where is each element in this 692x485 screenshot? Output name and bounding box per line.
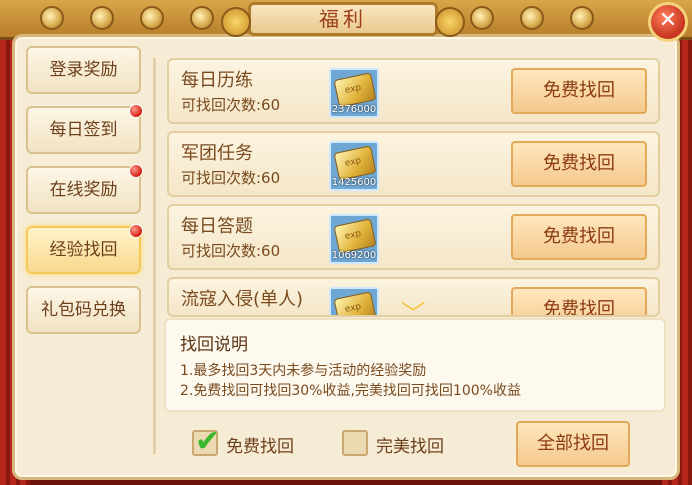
explanation-line: 1.最多找回3天内未参与活动的经验奖励: [180, 363, 427, 379]
free-recover-checkbox[interactable]: ✔: [192, 424, 220, 459]
close-button[interactable]: ✕: [648, 2, 688, 42]
roof-tile: [90, 6, 114, 30]
free-recover-button[interactable]: 免费找回: [511, 287, 647, 315]
tab-online-reward[interactable]: 在线奖励: [26, 164, 143, 214]
window-title: 福利: [221, 2, 465, 37]
sidebar-divider: [153, 58, 156, 454]
roof-tile: [470, 6, 494, 30]
reward-item[interactable]: 2376000: [329, 68, 379, 118]
roof-tile: [570, 6, 594, 30]
activity-name: 军团任务: [181, 143, 253, 164]
notification-dot-icon: [129, 224, 143, 238]
reward-amount: 2376000: [331, 104, 377, 115]
explanation-title: 找回说明: [180, 335, 248, 355]
recovery-explanation: 找回说明 1.最多找回3天内未参与活动的经验奖励 2.免费找回可找回30%收益,…: [164, 318, 666, 412]
exp-ticket-icon: [333, 291, 377, 315]
roof-tile: [140, 6, 164, 30]
notification-dot-icon: [129, 164, 143, 178]
activity-name: 每日历练: [181, 70, 253, 91]
checkmark-icon: ✔: [195, 424, 221, 459]
reward-item[interactable]: 1425600: [329, 141, 379, 191]
exp-ticket-icon: [333, 72, 377, 108]
perfect-recover-checkbox[interactable]: [342, 430, 368, 456]
explanation-line: 2.免费找回可找回30%收益,完美找回可找回100%收益: [180, 383, 521, 399]
reward-item[interactable]: 1069200: [329, 214, 379, 264]
free-recover-button[interactable]: 免费找回: [511, 214, 647, 260]
free-recover-option-label: 免费找回: [226, 437, 294, 457]
tab-exp-recovery[interactable]: 经验找回: [26, 224, 143, 274]
recover-count: 可找回次数:60: [181, 242, 281, 260]
tab-label: 每日签到: [49, 120, 118, 140]
roof-tile: [190, 6, 214, 30]
reward-amount: 1069200: [331, 250, 377, 261]
free-recover-button[interactable]: 免费找回: [511, 141, 647, 187]
tab-label: 登录奖励: [49, 60, 118, 80]
recover-count: 可找回次数:60: [181, 169, 281, 187]
close-icon: ✕: [658, 8, 678, 33]
recover-all-button[interactable]: 全部找回: [516, 421, 630, 467]
exp-ticket-icon: [333, 145, 377, 181]
activity-name: 流寇入侵(单人): [181, 289, 304, 310]
tab-label: 经验找回: [49, 240, 118, 260]
activity-name: 每日答题: [181, 216, 253, 237]
tab-gift-code[interactable]: 礼包码兑换: [26, 286, 141, 334]
tab-login-reward[interactable]: 登录奖励: [26, 46, 141, 94]
roof-tile: [520, 6, 544, 30]
tab-daily-signin[interactable]: 每日签到: [26, 104, 143, 154]
notification-dot-icon: [129, 104, 143, 118]
free-recover-button[interactable]: 免费找回: [511, 68, 647, 114]
tab-label: 在线奖励: [49, 180, 118, 200]
recovery-row: 军团任务 可找回次数:60 1425600 免费找回: [167, 131, 660, 197]
tab-label: 礼包码兑换: [41, 300, 126, 320]
reward-amount: 1425600: [331, 177, 377, 188]
recovery-row: 每日历练 可找回次数:60 2376000 免费找回: [167, 58, 660, 124]
reward-item[interactable]: [329, 287, 379, 315]
recovery-row: 每日答题 可找回次数:60 1069200 免费找回: [167, 204, 660, 270]
roof-tile: [40, 6, 64, 30]
perfect-recover-option-label: 完美找回: [376, 437, 444, 457]
recover-count: 可找回次数:60: [181, 96, 281, 114]
exp-ticket-icon: [333, 218, 377, 254]
